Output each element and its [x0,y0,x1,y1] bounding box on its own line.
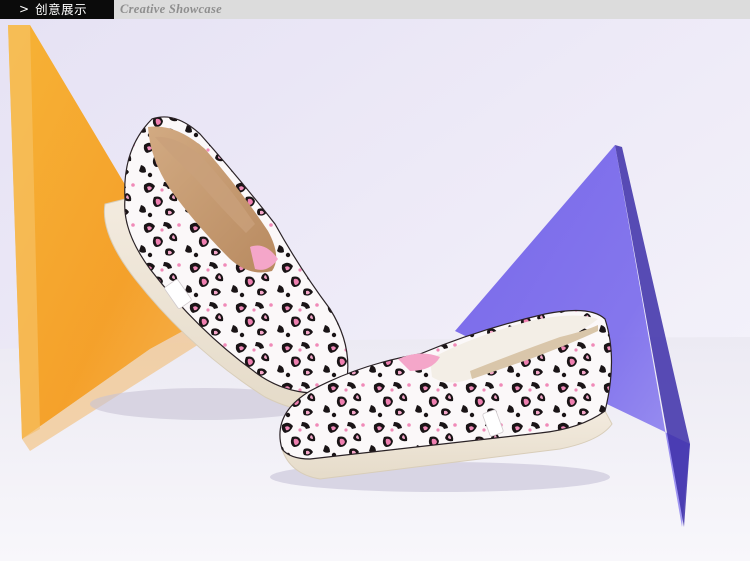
section-title-cn: 创意展示 [35,2,88,17]
creative-showcase-page: > 创意展示 Creative Showcase [0,0,750,561]
chevron-right-icon: > [19,2,30,16]
product-photo-canvas [0,19,750,561]
section-header: > 创意展示 Creative Showcase [0,0,750,19]
section-header-label: > 创意展示 [0,0,114,19]
section-title-en: Creative Showcase [120,2,222,16]
product-photo [0,19,750,561]
